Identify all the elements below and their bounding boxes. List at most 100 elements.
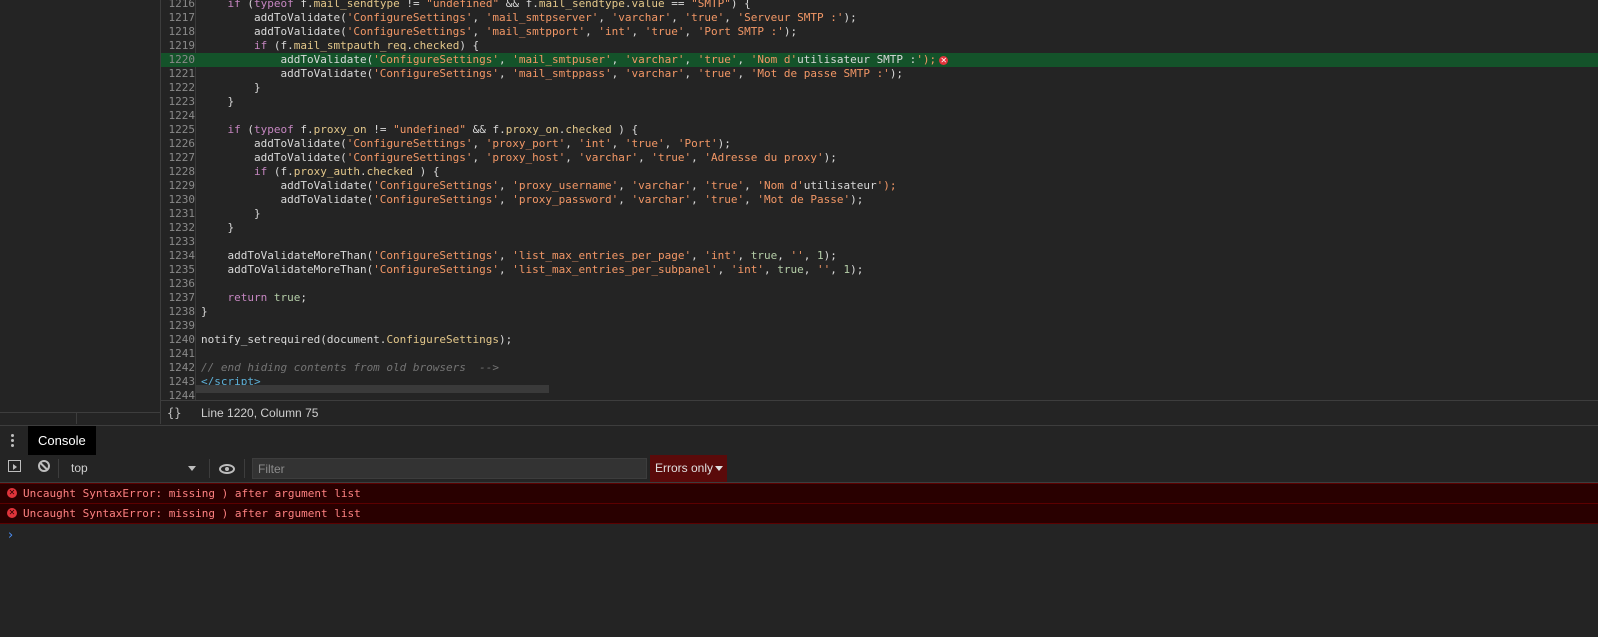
context-select-value: top: [71, 461, 88, 475]
console-error-message[interactable]: ✕ Uncaught SyntaxError: missing ) after a…: [0, 483, 1598, 504]
code-line[interactable]: 1237 return true;: [161, 291, 1598, 305]
line-number[interactable]: 1244: [161, 389, 199, 400]
code-line[interactable]: 1228 if (f.proxy_auth.checked ) {: [161, 165, 1598, 179]
code-line[interactable]: 1227 addToValidate('ConfigureSettings', …: [161, 151, 1598, 165]
error-icon: ✕: [7, 488, 17, 498]
code-text: addToValidate('ConfigureSettings', 'mail…: [201, 53, 949, 66]
filter-input[interactable]: [252, 458, 647, 479]
console-prompt[interactable]: ›: [0, 526, 1598, 546]
console-message-text: Uncaught SyntaxError: missing ) after ar…: [23, 487, 361, 500]
line-number[interactable]: 1223: [161, 95, 199, 109]
line-number[interactable]: 1229: [161, 179, 199, 193]
code-text: // end hiding contents from old browsers…: [201, 361, 500, 374]
log-level-select[interactable]: Errors only: [650, 455, 728, 482]
javascript-context-select[interactable]: top: [64, 458, 204, 479]
line-number[interactable]: 1217: [161, 11, 199, 25]
code-line[interactable]: 1239: [161, 319, 1598, 333]
code-text: if (typeof f.mail_sendtype != "undefined…: [227, 0, 751, 10]
code-line[interactable]: 1232 }: [161, 221, 1598, 235]
code-line[interactable]: 1236: [161, 277, 1598, 291]
line-number[interactable]: 1227: [161, 151, 199, 165]
inline-error-icon[interactable]: ✕: [939, 55, 949, 65]
code-line[interactable]: 1224: [161, 109, 1598, 123]
code-line[interactable]: 1242// end hiding contents from old brow…: [161, 361, 1598, 375]
code-text: }: [201, 305, 208, 318]
line-number[interactable]: 1216: [161, 0, 199, 11]
live-expression-eye-icon[interactable]: [219, 464, 235, 474]
clear-console-icon[interactable]: [38, 460, 50, 472]
code-text: notify_setrequired(document.ConfigureSet…: [201, 333, 513, 346]
code-text: return true;: [227, 291, 308, 304]
code-line[interactable]: 1233: [161, 235, 1598, 249]
line-number[interactable]: 1224: [161, 109, 199, 123]
source-editor[interactable]: 1216 if (typeof f.mail_sendtype != "unde…: [161, 0, 1598, 400]
line-number[interactable]: 1243: [161, 375, 199, 389]
console-message-text: Uncaught SyntaxError: missing ) after ar…: [23, 507, 361, 520]
code-line[interactable]: 1234 addToValidateMoreThan('ConfigureSet…: [161, 249, 1598, 263]
editor-status-bar: {} Line 1220, Column 75: [161, 400, 1598, 425]
code-text: if (f.mail_smtpauth_req.checked) {: [253, 39, 480, 52]
chevron-down-icon: [715, 466, 724, 471]
line-number[interactable]: 1220: [161, 53, 199, 67]
navigator-scroll-segment: [0, 413, 77, 424]
chevron-down-icon: [188, 466, 196, 471]
code-line[interactable]: 1225 if (typeof f.proxy_on != "undefined…: [161, 123, 1598, 137]
code-line[interactable]: 1235 addToValidateMoreThan('ConfigureSet…: [161, 263, 1598, 277]
code-line-active[interactable]: 1220 addToValidate('ConfigureSettings', …: [161, 53, 1598, 67]
code-line[interactable]: 1217 addToValidate('ConfigureSettings', …: [161, 11, 1598, 25]
error-icon: ✕: [7, 508, 17, 518]
code-line[interactable]: 1238}: [161, 305, 1598, 319]
line-number[interactable]: 1230: [161, 193, 199, 207]
line-number[interactable]: 1239: [161, 319, 199, 333]
line-number[interactable]: 1222: [161, 81, 199, 95]
code-text: addToValidateMoreThan('ConfigureSettings…: [201, 263, 864, 276]
line-number[interactable]: 1232: [161, 221, 199, 235]
line-number[interactable]: 1242: [161, 361, 199, 375]
code-line[interactable]: 1218 addToValidate('ConfigureSettings', …: [161, 25, 1598, 39]
code-text: }: [201, 81, 261, 94]
line-number[interactable]: 1219: [161, 39, 199, 53]
code-text: addToValidate('ConfigureSettings', 'prox…: [201, 151, 837, 164]
line-number[interactable]: 1226: [161, 137, 199, 151]
line-number[interactable]: 1225: [161, 123, 199, 137]
line-number[interactable]: 1240: [161, 333, 199, 347]
line-number[interactable]: 1241: [161, 347, 199, 361]
navigator-scrollbar[interactable]: [0, 412, 160, 425]
code-text: addToValidate('ConfigureSettings', 'mail…: [201, 11, 857, 24]
code-line[interactable]: 1222 }: [161, 81, 1598, 95]
code-text: addToValidate('ConfigureSettings', 'prox…: [201, 137, 731, 150]
code-text: if (typeof f.proxy_on != "undefined" && …: [227, 123, 639, 136]
tab-console[interactable]: Console: [28, 426, 96, 455]
code-line[interactable]: 1229 addToValidate('ConfigureSettings', …: [161, 179, 1598, 193]
code-line[interactable]: 1223 }: [161, 95, 1598, 109]
code-line[interactable]: 1216 if (typeof f.mail_sendtype != "unde…: [161, 0, 1598, 11]
code-line[interactable]: 1219 if (f.mail_smtpauth_req.checked) {: [161, 39, 1598, 53]
pretty-print-braces-icon[interactable]: {}: [167, 401, 181, 425]
code-line[interactable]: 1241: [161, 347, 1598, 361]
line-number[interactable]: 1228: [161, 165, 199, 179]
code-line[interactable]: 1240 notify_setrequired(document.Configur…: [161, 333, 1598, 347]
line-number[interactable]: 1221: [161, 67, 199, 81]
code-line[interactable]: 1221 addToValidate('ConfigureSettings', …: [161, 67, 1598, 81]
line-number[interactable]: 1236: [161, 277, 199, 291]
code-text: }: [201, 207, 261, 220]
show-console-sidebar-icon[interactable]: [8, 460, 21, 472]
line-number[interactable]: 1235: [161, 263, 199, 277]
code-text: addToValidate('ConfigureSettings', 'mail…: [201, 25, 798, 38]
line-number[interactable]: 1233: [161, 235, 199, 249]
code-line[interactable]: 1230 addToValidate('ConfigureSettings', …: [161, 193, 1598, 207]
editor-horizontal-scrollbar[interactable]: [195, 385, 549, 393]
line-number[interactable]: 1231: [161, 207, 199, 221]
toolbar-divider: [58, 459, 59, 478]
line-number[interactable]: 1238: [161, 305, 199, 319]
code-text: addToValidate('ConfigureSettings', 'prox…: [201, 193, 864, 206]
line-number[interactable]: 1234: [161, 249, 199, 263]
log-level-value: Errors only: [655, 461, 714, 475]
more-options-kebab-icon[interactable]: [11, 434, 15, 448]
line-number[interactable]: 1237: [161, 291, 199, 305]
code-text: addToValidateMoreThan('ConfigureSettings…: [201, 249, 837, 262]
line-number[interactable]: 1218: [161, 25, 199, 39]
console-error-message[interactable]: ✕ Uncaught SyntaxError: missing ) after a…: [0, 504, 1598, 524]
code-line[interactable]: 1226 addToValidate('ConfigureSettings', …: [161, 137, 1598, 151]
code-line[interactable]: 1231 }: [161, 207, 1598, 221]
